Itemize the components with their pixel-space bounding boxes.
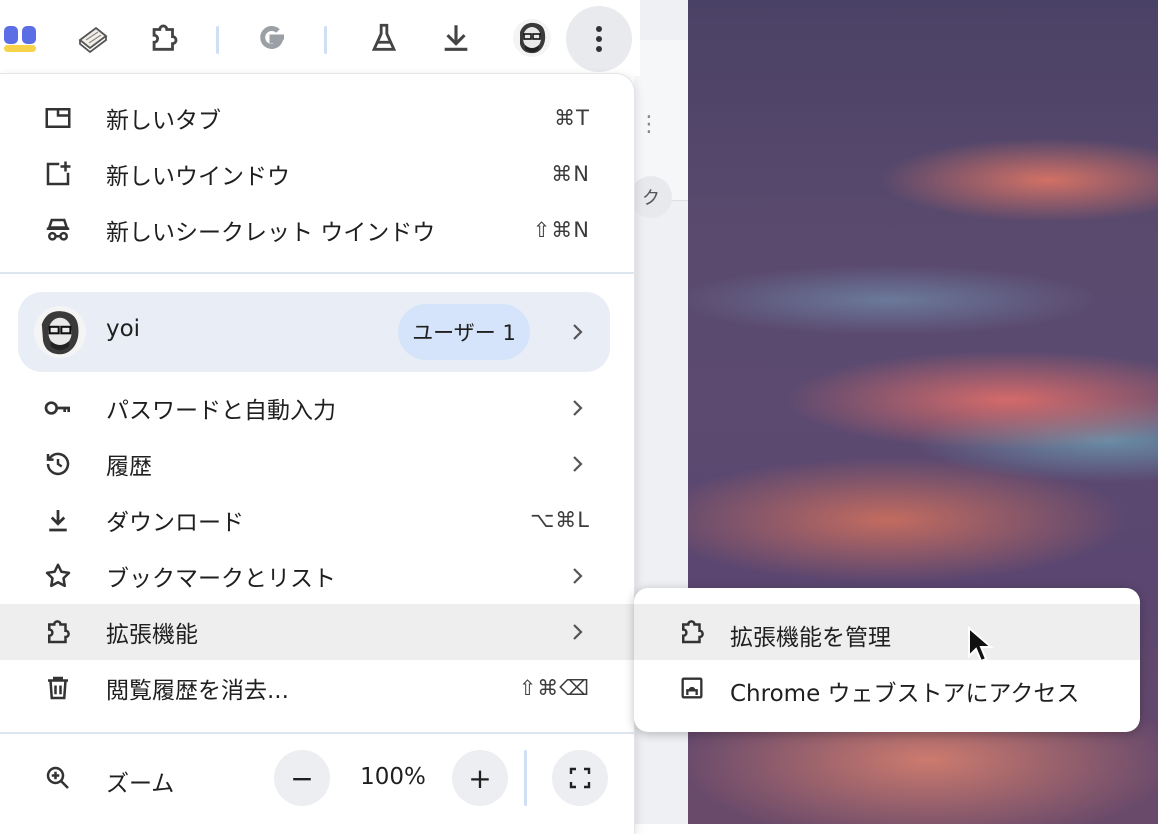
menu-item-bookmarks[interactable]: ブックマークとリスト bbox=[0, 548, 634, 604]
history-label: 履歴 bbox=[106, 454, 152, 480]
puzzle-icon bbox=[40, 614, 76, 650]
profile-row[interactable]: yoi ユーザー 1 bbox=[18, 292, 610, 372]
trash-icon bbox=[40, 670, 76, 706]
profile-avatar-icon[interactable] bbox=[506, 12, 558, 64]
menu-item-extensions[interactable]: 拡張機能 bbox=[0, 604, 634, 660]
profile-name: yoi bbox=[106, 316, 141, 342]
menu-item-new-incognito-window[interactable]: 新しいシークレット ウインドウ ⇧⌘N bbox=[0, 202, 634, 258]
more-vert-icon bbox=[596, 26, 602, 52]
toolbar-separator bbox=[216, 26, 219, 54]
web-store-icon bbox=[674, 670, 710, 706]
menu-divider bbox=[0, 272, 634, 274]
chevron-right-icon bbox=[566, 453, 588, 475]
puzzle-icon bbox=[674, 614, 710, 650]
chevron-right-icon bbox=[566, 321, 588, 343]
menu-divider bbox=[0, 732, 634, 734]
star-icon bbox=[40, 558, 76, 594]
extensions-puzzle-icon[interactable] bbox=[138, 12, 190, 64]
background-card: ⋮ ク bbox=[630, 40, 688, 218]
downloads-shortcut: ⌥⌘L bbox=[530, 508, 590, 532]
downloads-label: ダウンロード bbox=[106, 510, 244, 536]
extension-icon-blue[interactable] bbox=[0, 12, 46, 64]
new-incognito-shortcut: ⇧⌘N bbox=[532, 218, 590, 242]
menu-item-new-window[interactable]: 新しいウインドウ ⌘N bbox=[0, 146, 634, 202]
clear-history-label: 閲覧履歴を消去... bbox=[106, 678, 289, 704]
new-window-shortcut: ⌘N bbox=[551, 162, 590, 186]
toolbar-separator bbox=[324, 26, 327, 54]
menu-item-new-tab[interactable]: 新しいタブ ⌘T bbox=[0, 90, 634, 146]
profile-badge: ユーザー 1 bbox=[398, 304, 530, 360]
new-tab-label: 新しいタブ bbox=[106, 108, 221, 134]
submenu-item-manage-extensions[interactable]: 拡張機能を管理 bbox=[634, 604, 1140, 660]
browser-toolbar bbox=[0, 0, 640, 76]
menu-item-passwords[interactable]: パスワードと自動入力 bbox=[0, 380, 634, 436]
zoom-label: ズーム bbox=[106, 771, 175, 797]
key-icon bbox=[40, 390, 76, 426]
avatar bbox=[34, 306, 86, 358]
menu-item-downloads[interactable]: ダウンロード ⌥⌘L bbox=[0, 492, 634, 548]
zoom-in-icon bbox=[40, 760, 76, 796]
zoom-row: ズーム − 100% + bbox=[0, 750, 634, 806]
fullscreen-icon bbox=[569, 767, 591, 789]
passwords-label: パスワードと自動入力 bbox=[106, 398, 336, 424]
labs-flask-icon[interactable] bbox=[358, 12, 410, 64]
new-window-icon bbox=[40, 156, 76, 192]
zoom-out-button[interactable]: − bbox=[274, 750, 330, 806]
clear-history-shortcut: ⇧⌘⌫ bbox=[518, 676, 590, 700]
notebook-extension-icon[interactable] bbox=[66, 12, 118, 64]
more-vert-icon-background: ⋮ bbox=[638, 112, 660, 137]
zoom-separator bbox=[524, 750, 527, 806]
google-g-icon[interactable] bbox=[246, 12, 298, 64]
zoom-in-button[interactable]: + bbox=[452, 750, 508, 806]
mouse-cursor-icon bbox=[968, 626, 994, 663]
new-window-label: 新しいウインドウ bbox=[106, 164, 290, 190]
bookmarks-label: ブックマークとリスト bbox=[106, 566, 336, 592]
downloads-icon[interactable] bbox=[430, 12, 482, 64]
web-store-label: Chrome ウェブストアにアクセス bbox=[730, 681, 1080, 707]
more-vert-menu-button[interactable] bbox=[566, 6, 632, 72]
incognito-icon bbox=[40, 212, 76, 248]
background-partial-text: ク bbox=[630, 176, 672, 218]
extensions-label: 拡張機能 bbox=[106, 622, 198, 648]
chevron-right-icon bbox=[566, 397, 588, 419]
download-icon bbox=[40, 502, 76, 538]
menu-item-history[interactable]: 履歴 bbox=[0, 436, 634, 492]
chevron-right-icon bbox=[566, 621, 588, 643]
extensions-submenu: 拡張機能を管理 Chrome ウェブストアにアクセス bbox=[634, 588, 1140, 732]
chevron-right-icon bbox=[566, 565, 588, 587]
new-incognito-label: 新しいシークレット ウインドウ bbox=[106, 220, 436, 246]
menu-item-clear-history[interactable]: 閲覧履歴を消去... ⇧⌘⌫ bbox=[0, 660, 634, 716]
new-tab-shortcut: ⌘T bbox=[554, 106, 590, 130]
submenu-item-web-store[interactable]: Chrome ウェブストアにアクセス bbox=[634, 660, 1140, 716]
new-tab-icon bbox=[40, 100, 76, 136]
zoom-level: 100% bbox=[360, 764, 426, 790]
fullscreen-button[interactable] bbox=[552, 750, 608, 806]
history-icon bbox=[40, 446, 76, 482]
manage-extensions-label: 拡張機能を管理 bbox=[730, 625, 891, 651]
